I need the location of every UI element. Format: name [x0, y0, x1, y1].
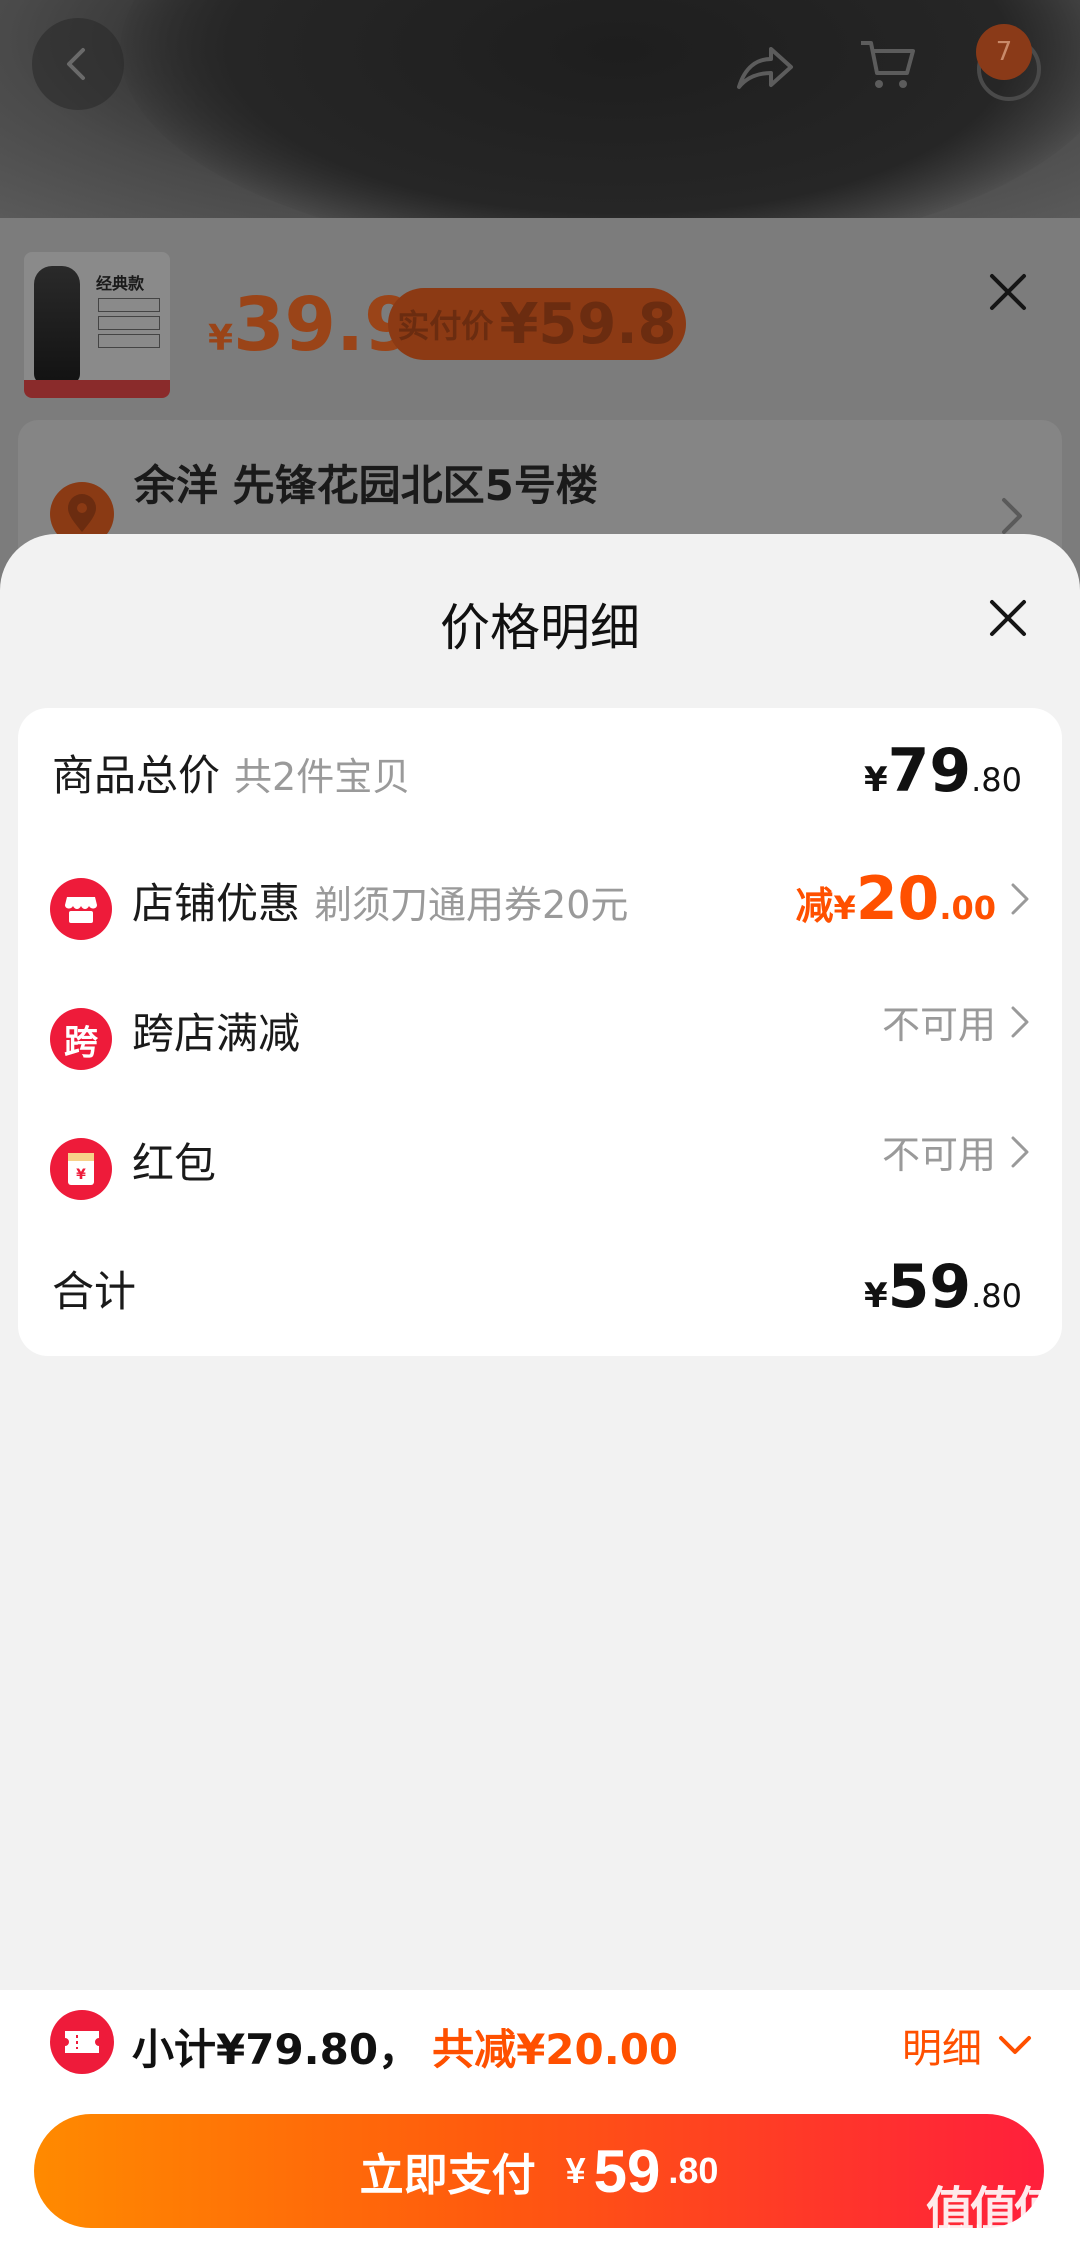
- detail-label: 明细: [902, 2026, 982, 2072]
- coupon-ticket-icon: [50, 2010, 114, 2074]
- shop-icon: [50, 878, 112, 940]
- product-thumbnail: 经典款: [24, 252, 170, 398]
- sku-close-button[interactable]: [988, 272, 1028, 316]
- cart-icon: [861, 41, 915, 88]
- sku-price: ¥39.9: [208, 282, 416, 368]
- red-envelope-icon: ¥: [50, 1138, 112, 1200]
- sheet-title: 价格明细: [440, 599, 640, 657]
- svg-text:¥: ¥: [76, 1167, 86, 1183]
- chevron-down-icon: [999, 2036, 1031, 2054]
- cart-button[interactable]: [852, 30, 922, 100]
- close-icon: [990, 600, 1026, 636]
- row-label: 店铺优惠: [132, 879, 301, 928]
- row-goods-total: 商品总价 共2件宝贝 ¥79.80: [18, 712, 1062, 832]
- total-reduced: 共减¥20.00: [432, 2025, 679, 2074]
- close-icon: [990, 274, 1026, 310]
- detail-toggle-button[interactable]: 明细: [902, 2016, 1032, 2074]
- share-icon: [737, 47, 793, 89]
- back-icon: [67, 48, 85, 80]
- cross-store-icon: 跨: [50, 1008, 112, 1070]
- chevron-right-icon: [1011, 1006, 1029, 1037]
- cart-count-badge: 7: [976, 24, 1032, 80]
- row-sub: 剃须刀通用券20元: [314, 883, 629, 927]
- actual-price-pill: 实付价 ¥59.8: [388, 288, 686, 360]
- shop-discount-value: 减¥20.00: [795, 864, 996, 934]
- row-sub: 共2件宝贝: [234, 755, 411, 799]
- row-label: 合计: [52, 1267, 137, 1316]
- row-label: 红包: [132, 1139, 217, 1188]
- row-label: 跨店满减: [132, 1009, 301, 1058]
- thumbnail-tag: 经典款: [96, 274, 145, 293]
- sheet-close-button[interactable]: [988, 598, 1028, 642]
- subtotal-text: 小计¥79.80， 共减¥20.00: [132, 2025, 679, 2074]
- cross-store-value: 不可用: [881, 1003, 996, 1047]
- row-label: 商品总价: [52, 751, 221, 800]
- goods-total-value: ¥79.80: [863, 736, 1022, 806]
- watermark-logo: 值值值 zhizhizhi.com: [926, 2182, 1071, 2243]
- back-button[interactable]: [32, 18, 124, 110]
- total-value: ¥59.80: [863, 1252, 1022, 1322]
- row-cross-store[interactable]: 跨 跨店满减 不可用: [18, 970, 1062, 1090]
- red-envelope-value: 不可用: [881, 1133, 996, 1177]
- chevron-right-icon: [1011, 1136, 1029, 1167]
- pay-now-button[interactable]: 立即支付 ¥59.80: [34, 2114, 1044, 2228]
- share-button[interactable]: [730, 32, 800, 102]
- row-red-envelope[interactable]: ¥ 红包 不可用: [18, 1100, 1062, 1220]
- address-line: 余洋 先锋花园北区5号楼: [134, 461, 598, 510]
- row-shop-discount[interactable]: 店铺优惠 剃须刀通用券20元 减¥20.00: [18, 840, 1062, 960]
- chevron-right-icon: [1011, 883, 1029, 915]
- row-total: 合计 ¥59.80: [18, 1228, 1062, 1348]
